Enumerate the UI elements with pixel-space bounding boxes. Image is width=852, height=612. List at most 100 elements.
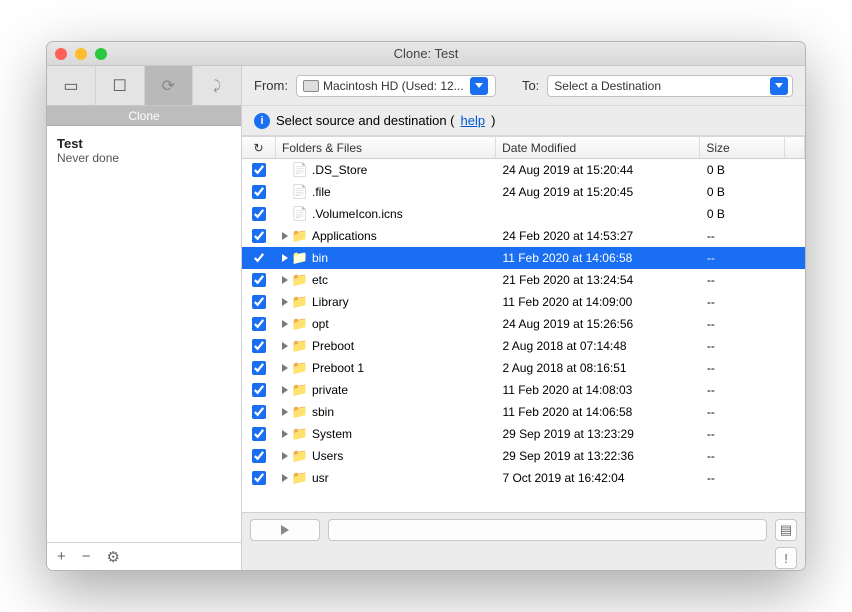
archive-icon: ☐ — [112, 76, 126, 96]
table-row[interactable]: .file 24 Aug 2019 at 15:20:450 B — [242, 181, 805, 203]
table-row[interactable]: bin11 Feb 2020 at 14:06:58-- — [242, 247, 805, 269]
include-checkbox[interactable] — [252, 251, 266, 265]
alert-button[interactable]: ! — [775, 547, 797, 569]
disclosure-triangle-icon[interactable] — [282, 364, 288, 372]
file-name: .DS_Store — [312, 163, 367, 177]
log-button[interactable]: ▤ — [775, 519, 797, 541]
disclosure-triangle-icon[interactable] — [282, 474, 288, 482]
table-row[interactable]: private11 Feb 2020 at 14:08:03-- — [242, 379, 805, 401]
task-item[interactable]: Test Never done — [47, 130, 241, 171]
file-size: -- — [701, 229, 785, 243]
file-table: ↻ Folders & Files Date Modified Size .DS… — [242, 136, 805, 512]
file-date: 24 Feb 2020 at 14:53:27 — [496, 229, 700, 243]
main-footer: ▤ ! — [242, 512, 805, 570]
sync-icon — [213, 77, 221, 95]
chevron-down-icon — [770, 77, 788, 95]
folder-icon — [292, 316, 308, 332]
file-size: -- — [701, 449, 785, 463]
file-name: .file — [312, 185, 331, 199]
table-row[interactable]: Applications 24 Feb 2020 at 14:53:27-- — [242, 225, 805, 247]
include-checkbox[interactable] — [252, 427, 266, 441]
include-checkbox[interactable] — [252, 185, 266, 199]
settings-icon[interactable]: ⚙ — [107, 548, 120, 566]
folder-icon — [292, 360, 308, 376]
disclosure-triangle-icon[interactable] — [282, 320, 288, 328]
app-window: Clone: Test ▭ ☐ Clone Test Never done + … — [46, 41, 806, 571]
task-name: Test — [57, 136, 231, 151]
chevron-down-icon — [470, 77, 488, 95]
include-checkbox[interactable] — [252, 449, 266, 463]
include-checkbox[interactable] — [252, 163, 266, 177]
run-button[interactable] — [250, 519, 320, 541]
table-row[interactable]: .DS_Store24 Aug 2019 at 15:20:440 B — [242, 159, 805, 181]
include-checkbox[interactable] — [252, 339, 266, 353]
help-link[interactable]: help — [461, 113, 486, 128]
include-checkbox[interactable] — [252, 295, 266, 309]
disclosure-triangle-icon[interactable] — [282, 232, 288, 240]
table-header: ↻ Folders & Files Date Modified Size — [242, 137, 805, 159]
disclosure-triangle-icon[interactable] — [282, 342, 288, 350]
folder-icon — [292, 272, 308, 288]
remove-task-button[interactable]: − — [82, 548, 91, 565]
file-name: private — [312, 383, 348, 397]
file-date: 24 Aug 2019 at 15:20:45 — [496, 185, 700, 199]
table-row[interactable]: Library11 Feb 2020 at 14:09:00-- — [242, 291, 805, 313]
disclosure-triangle-icon[interactable] — [282, 276, 288, 284]
table-row[interactable]: opt24 Aug 2019 at 15:26:56-- — [242, 313, 805, 335]
disclosure-triangle-icon[interactable] — [282, 452, 288, 460]
table-row[interactable]: .VolumeIcon.icns 0 B — [242, 203, 805, 225]
folder-icon — [292, 338, 308, 354]
titlebar: Clone: Test — [47, 42, 805, 66]
col-spacer — [785, 137, 805, 158]
main-panel: From: Macintosh HD (Used: 12... To: Sele… — [242, 66, 805, 570]
include-checkbox[interactable] — [252, 317, 266, 331]
disclosure-triangle-icon[interactable] — [282, 254, 288, 262]
col-date[interactable]: Date Modified — [496, 137, 700, 158]
include-checkbox[interactable] — [252, 273, 266, 287]
file-name: .VolumeIcon.icns — [312, 207, 403, 221]
file-size: 0 B — [701, 207, 785, 221]
destination-value: Select a Destination — [554, 79, 764, 93]
file-size: 0 B — [701, 185, 785, 199]
file-name: Applications — [312, 229, 377, 243]
refresh-column[interactable]: ↻ — [242, 137, 276, 158]
include-checkbox[interactable] — [252, 471, 266, 485]
toolbar-clone[interactable] — [145, 66, 194, 105]
toolbar-view1[interactable]: ▭ — [47, 66, 96, 105]
col-size[interactable]: Size — [700, 137, 785, 158]
file-size: -- — [701, 273, 785, 287]
include-checkbox[interactable] — [252, 361, 266, 375]
disclosure-triangle-icon[interactable] — [282, 298, 288, 306]
toolbar-sync[interactable] — [193, 66, 241, 105]
include-checkbox[interactable] — [252, 405, 266, 419]
add-task-button[interactable]: + — [57, 548, 66, 565]
table-row[interactable]: sbin11 Feb 2020 at 14:06:58-- — [242, 401, 805, 423]
table-row[interactable]: Preboot 2 Aug 2018 at 07:14:48-- — [242, 335, 805, 357]
table-row[interactable]: System29 Sep 2019 at 13:23:29-- — [242, 423, 805, 445]
to-label: To: — [522, 78, 539, 93]
disclosure-triangle-icon[interactable] — [282, 408, 288, 416]
table-row[interactable]: Preboot 12 Aug 2018 at 08:16:51-- — [242, 357, 805, 379]
file-size: -- — [701, 339, 785, 353]
file-date: 24 Aug 2019 at 15:26:56 — [496, 317, 700, 331]
file-size: -- — [701, 405, 785, 419]
include-checkbox[interactable] — [252, 207, 266, 221]
table-row[interactable]: etc21 Feb 2020 at 13:24:54-- — [242, 269, 805, 291]
sidebar: ▭ ☐ Clone Test Never done + − ⚙ — [47, 66, 242, 570]
file-name: Preboot — [312, 339, 354, 353]
source-popup[interactable]: Macintosh HD (Used: 12... — [296, 75, 496, 97]
source-dest-bar: From: Macintosh HD (Used: 12... To: Sele… — [242, 66, 805, 106]
col-name[interactable]: Folders & Files — [276, 137, 496, 158]
toolbar-archive[interactable]: ☐ — [96, 66, 145, 105]
table-row[interactable]: usr7 Oct 2019 at 16:42:04-- — [242, 467, 805, 489]
destination-popup[interactable]: Select a Destination — [547, 75, 793, 97]
folder-icon — [292, 470, 308, 486]
disclosure-triangle-icon[interactable] — [282, 430, 288, 438]
include-checkbox[interactable] — [252, 229, 266, 243]
file-name: etc — [312, 273, 328, 287]
table-row[interactable]: Users29 Sep 2019 at 13:22:36-- — [242, 445, 805, 467]
disclosure-triangle-icon[interactable] — [282, 386, 288, 394]
include-checkbox[interactable] — [252, 383, 266, 397]
folder-icon — [292, 228, 308, 244]
file-date: 2 Aug 2018 at 07:14:48 — [496, 339, 700, 353]
